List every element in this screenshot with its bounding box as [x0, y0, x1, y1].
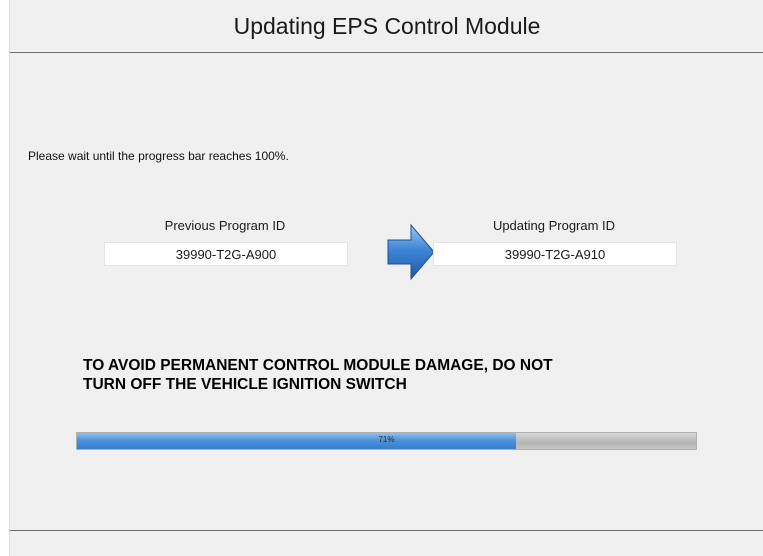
previous-program-id-field: 39990-T2G-A900 — [104, 242, 348, 266]
warning-line-1: TO AVOID PERMANENT CONTROL MODULE DAMAGE… — [83, 357, 553, 374]
page-title: Updating EPS Control Module — [233, 13, 541, 39]
ignition-warning: TO AVOID PERMANENT CONTROL MODULE DAMAGE… — [83, 356, 703, 394]
title-bar: Updating EPS Control Module — [10, 0, 763, 53]
progress-bar: 71% — [76, 432, 697, 450]
update-dialog: Updating EPS Control Module Please wait … — [9, 0, 763, 556]
arrow-right-icon — [387, 223, 435, 281]
instruction-text: Please wait until the progress bar reach… — [28, 149, 289, 163]
bottom-divider — [10, 530, 763, 531]
warning-line-2: TURN OFF THE VEHICLE IGNITION SWITCH — [83, 376, 407, 393]
previous-program-label: Previous Program ID — [164, 218, 286, 233]
progress-percent-label: 71% — [378, 435, 395, 444]
updating-program-id-field: 39990-T2G-A910 — [433, 242, 677, 266]
updating-program-label: Updating Program ID — [492, 218, 616, 233]
